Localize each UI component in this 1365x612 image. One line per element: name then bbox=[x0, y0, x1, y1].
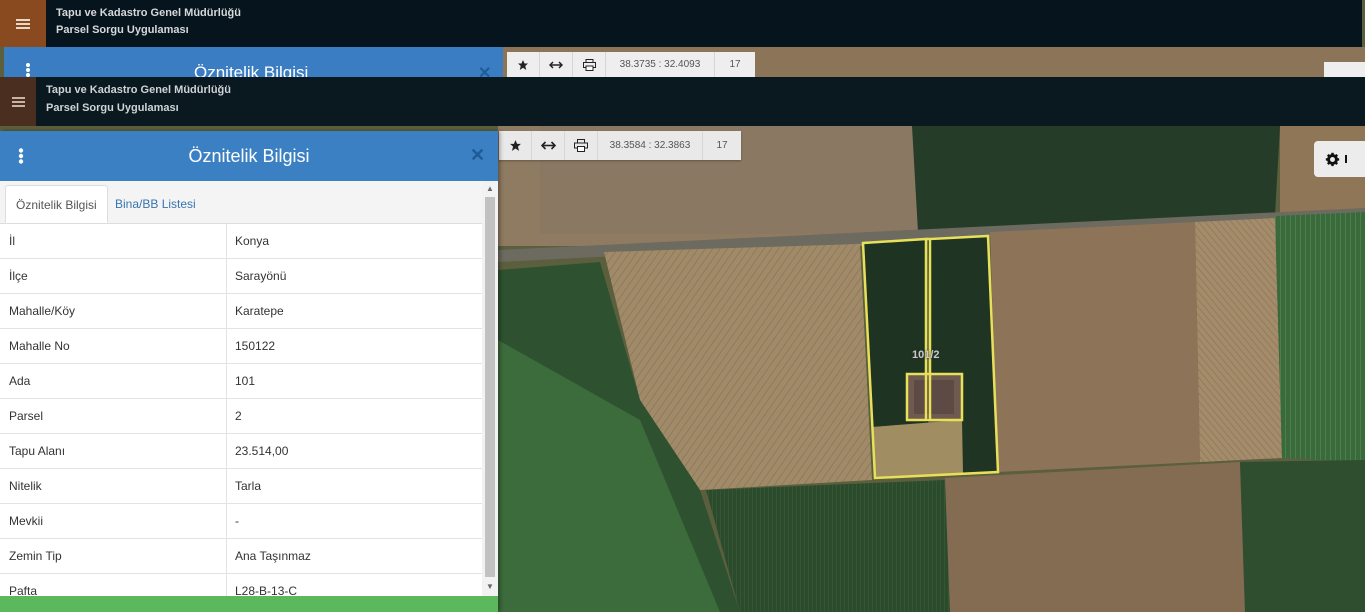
row-value: 101 bbox=[235, 374, 256, 388]
settings-button[interactable] bbox=[1314, 141, 1365, 177]
row-value: 150122 bbox=[235, 339, 276, 353]
panel-title: Öznitelik Bilgisi bbox=[188, 146, 310, 166]
ghost-panel-title: Öznitelik Bilgisi bbox=[194, 63, 309, 77]
panel-footer-bar bbox=[0, 596, 498, 612]
close-icon: ✕ bbox=[478, 65, 492, 77]
row-key: Parsel bbox=[0, 399, 227, 433]
menu-icon bbox=[16, 18, 30, 29]
table-row: Nitelik Tarla bbox=[0, 469, 482, 504]
zoom-level: 17 bbox=[716, 140, 728, 151]
app-title: Parsel Sorgu Uygulaması bbox=[46, 102, 179, 114]
star-icon bbox=[509, 140, 521, 151]
table-row: Mahalle/Köy Karatepe bbox=[0, 294, 482, 329]
panel-scrollbar[interactable]: ▲ ▼ bbox=[482, 181, 498, 596]
row-key: İlçe bbox=[0, 259, 227, 293]
tab-building-list[interactable]: Bina/BB Listesi bbox=[105, 185, 206, 223]
arrows-horizontal-icon bbox=[540, 141, 556, 150]
attribute-panel: Öznitelik Bilgisi ✕ Öznitelik Bilgisi Bi… bbox=[0, 131, 498, 612]
table-row: İl Konya bbox=[0, 224, 482, 259]
attribute-table: İl Konya İlçe Sarayönü Mahalle/Köy Karatepe… bbox=[0, 224, 482, 609]
measure-button[interactable] bbox=[532, 131, 565, 160]
row-key: Mahalle No bbox=[0, 329, 227, 363]
ghost-map-toolbar: 38.3735 : 32.4093 17 bbox=[507, 52, 755, 77]
table-row: Zemin Tip Ana Taşınmaz bbox=[0, 539, 482, 574]
ghost-menu-button[interactable] bbox=[0, 0, 46, 47]
print-icon bbox=[573, 52, 606, 77]
table-row: Mahalle No 150122 bbox=[0, 329, 482, 364]
row-value: 2 bbox=[235, 409, 242, 423]
row-key: Mahalle/Köy bbox=[0, 294, 227, 328]
row-value: Karatepe bbox=[235, 304, 284, 318]
scrollbar-thumb[interactable] bbox=[485, 197, 495, 577]
org-title: Tapu ve Kadastro Genel Müdürlüğü bbox=[46, 84, 231, 96]
row-value: Sarayönü bbox=[235, 269, 287, 283]
map-toolbar: 38.3584 : 32.3863 17 bbox=[499, 131, 741, 160]
kebab-icon bbox=[26, 63, 30, 77]
row-key: Ada bbox=[0, 364, 227, 398]
table-row: İlçe Sarayönü bbox=[0, 259, 482, 294]
panel-header: Öznitelik Bilgisi ✕ bbox=[0, 131, 498, 181]
row-key: Zemin Tip bbox=[0, 539, 227, 573]
star-icon bbox=[507, 52, 540, 77]
table-row: Ada 101 bbox=[0, 364, 482, 399]
ghost-app-title: Parsel Sorgu Uygulaması bbox=[56, 24, 189, 36]
print-icon bbox=[574, 139, 588, 152]
table-row: Tapu Alanı 23.514,00 bbox=[0, 434, 482, 469]
row-value: 23.514,00 bbox=[235, 444, 289, 458]
coordinates-readout: 38.3584 : 32.3863 bbox=[598, 131, 703, 160]
chevron-icon bbox=[1345, 155, 1347, 163]
favorite-button[interactable] bbox=[499, 131, 532, 160]
table-row: Parsel 2 bbox=[0, 399, 482, 434]
scroll-down-icon[interactable]: ▼ bbox=[486, 582, 494, 591]
menu-icon bbox=[11, 96, 25, 107]
ghost-zoom-level: 17 bbox=[729, 59, 741, 70]
ghost-org-title: Tapu ve Kadastro Genel Müdürlüğü bbox=[56, 7, 241, 19]
row-value: Konya bbox=[235, 234, 270, 248]
print-button[interactable] bbox=[565, 131, 598, 160]
kebab-icon[interactable] bbox=[18, 148, 24, 164]
table-row: Mevkii - bbox=[0, 504, 482, 539]
row-key: İl bbox=[0, 224, 227, 258]
parcel-label[interactable]: 101/2 bbox=[912, 349, 940, 361]
menu-button[interactable] bbox=[0, 77, 36, 126]
row-value: Tarla bbox=[235, 479, 262, 493]
row-value: Ana Taşınmaz bbox=[235, 549, 311, 563]
row-key: Tapu Alanı bbox=[0, 434, 227, 468]
panel-tabs: Öznitelik Bilgisi Bina/BB Listesi bbox=[0, 181, 482, 224]
ghost-coordinates: 38.3735 : 32.4093 bbox=[606, 52, 715, 77]
row-key: Nitelik bbox=[0, 469, 227, 503]
row-value: - bbox=[235, 514, 239, 528]
tab-attribute-info[interactable]: Öznitelik Bilgisi bbox=[5, 185, 108, 223]
scroll-up-icon[interactable]: ▲ bbox=[486, 184, 494, 193]
ghost-settings bbox=[1324, 62, 1365, 77]
gear-icon bbox=[1325, 152, 1340, 166]
ghost-panel-header: Öznitelik Bilgisi ✕ bbox=[4, 47, 503, 77]
close-icon[interactable]: ✕ bbox=[470, 145, 485, 166]
row-key: Mevkii bbox=[0, 504, 227, 538]
arrows-horizontal-icon bbox=[540, 52, 573, 77]
